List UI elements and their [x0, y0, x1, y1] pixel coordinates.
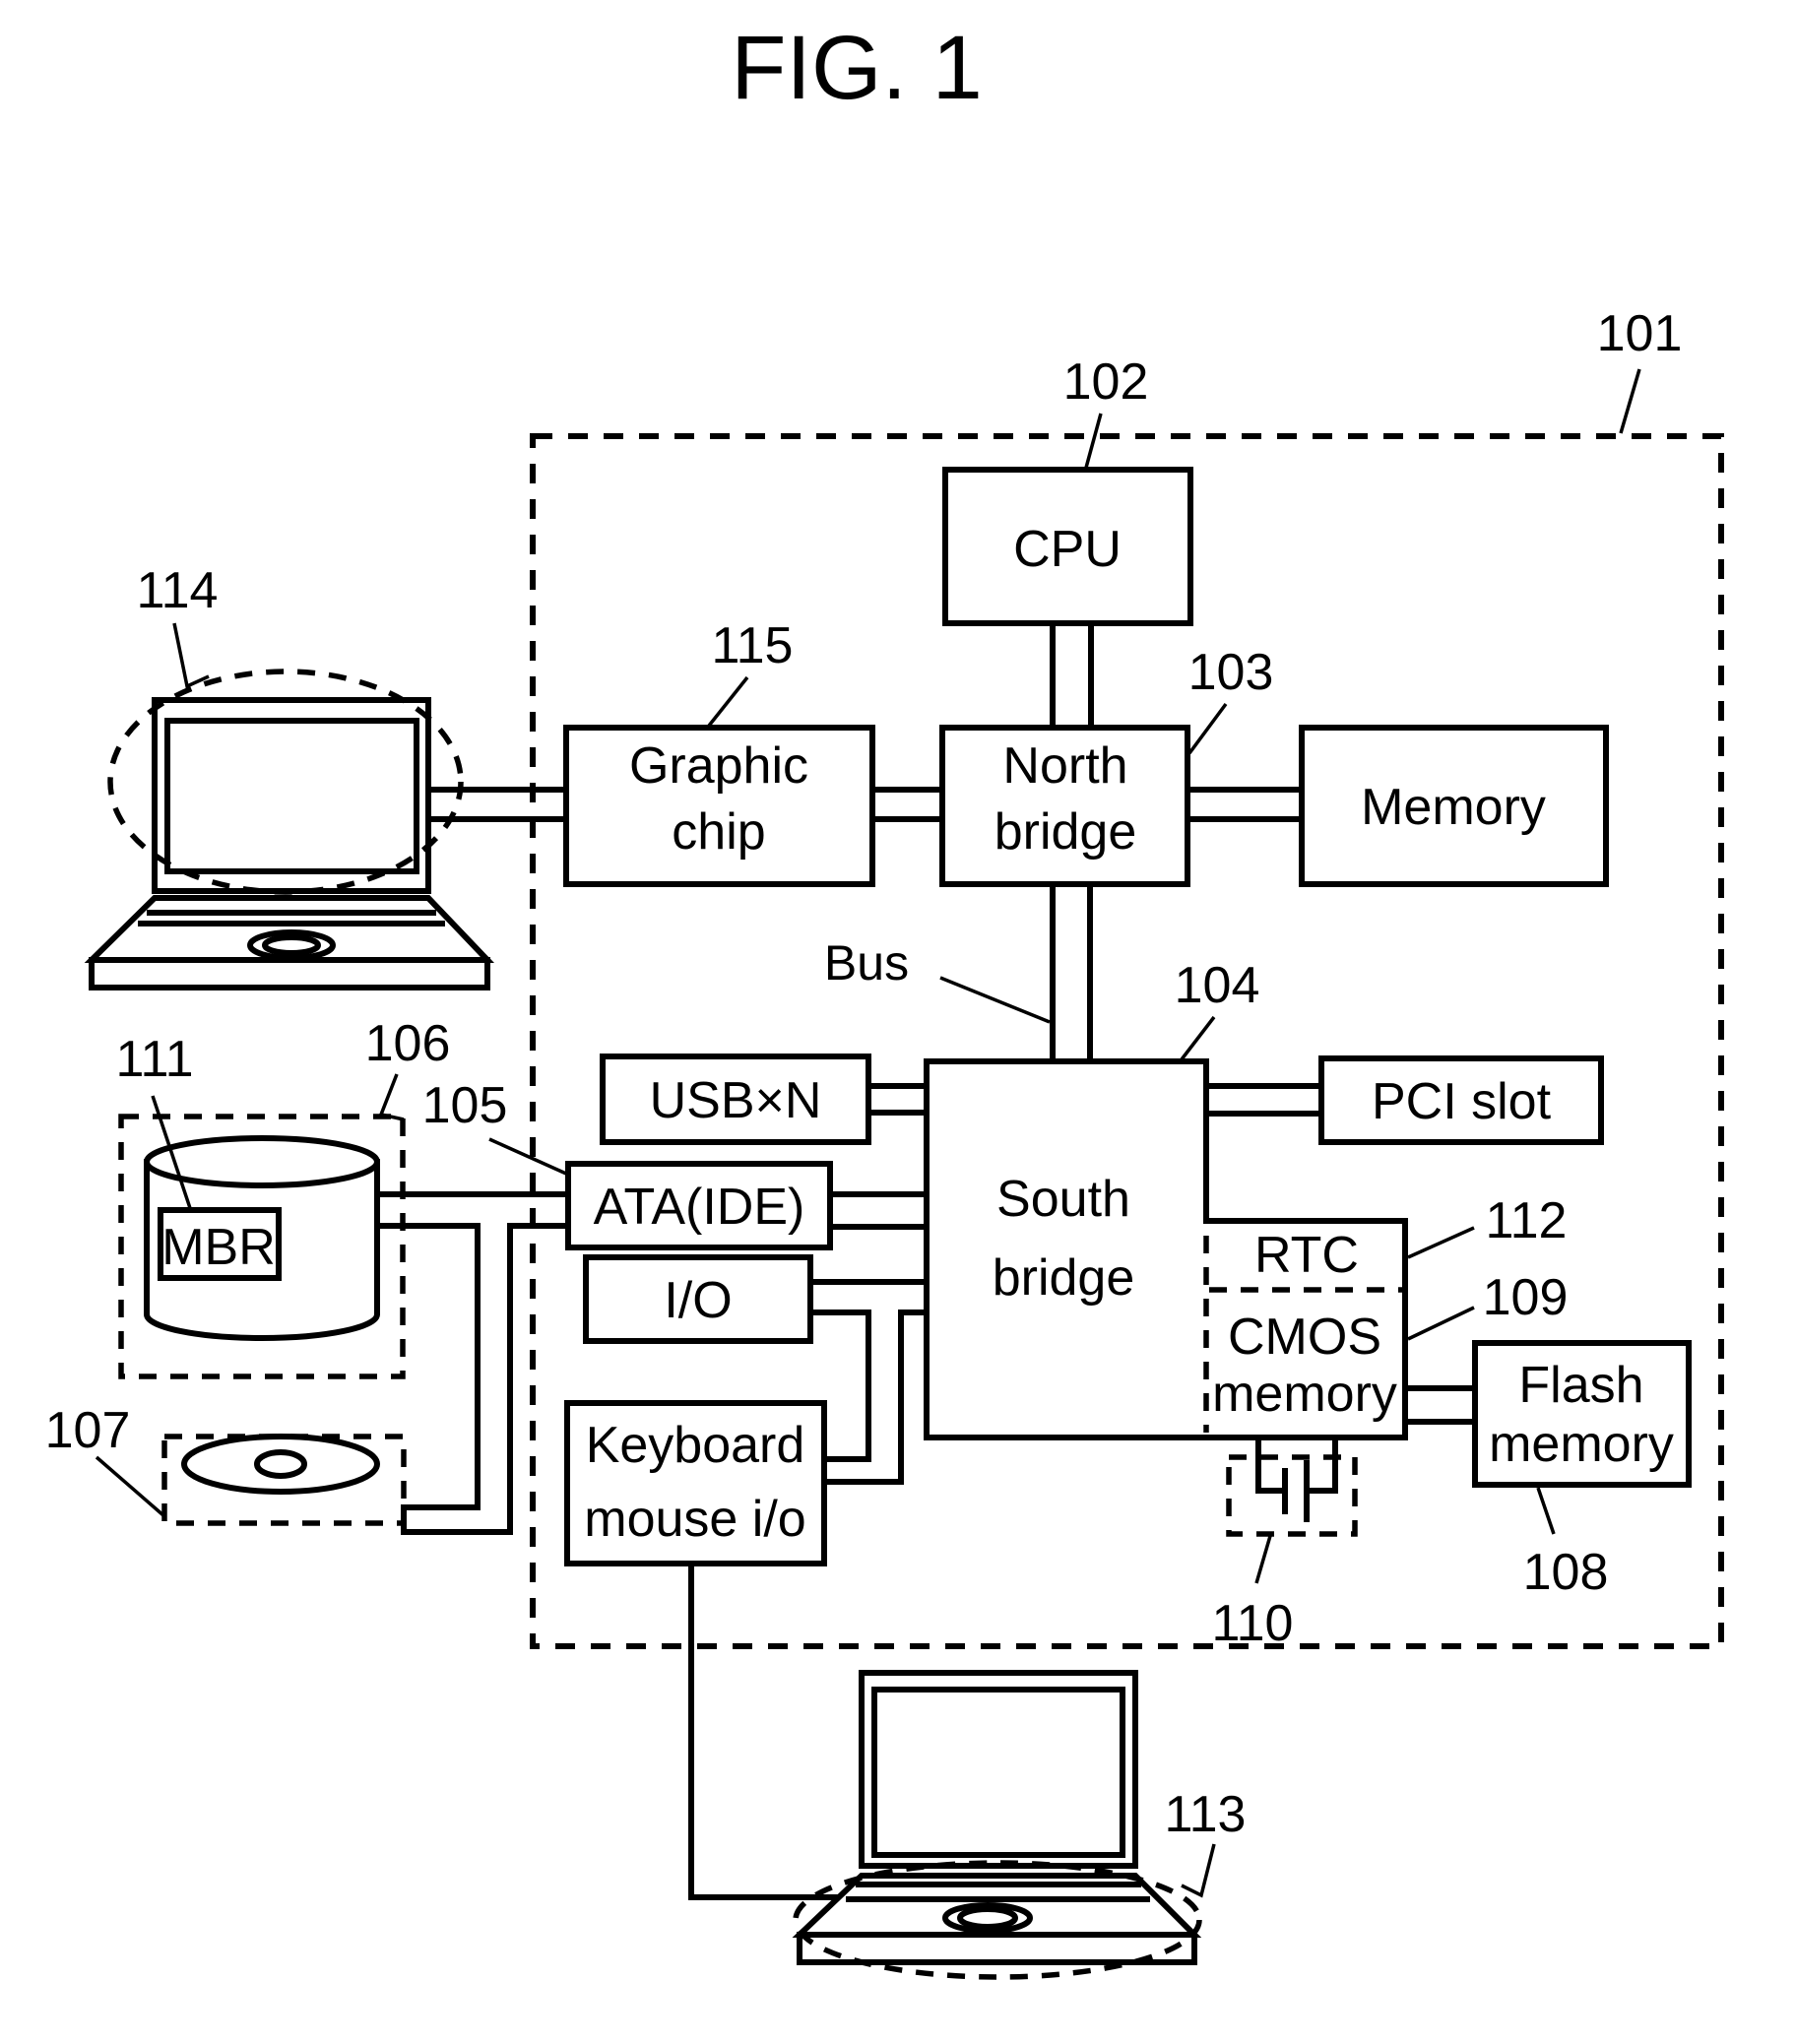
keyboard-label-2: mouse i/o [584, 1491, 805, 1548]
system-block-diagram: FIG. 1 101 CPU 102 North bridge 103 Grap… [45, 18, 1724, 1980]
ref-113: 113 [1165, 1786, 1247, 1843]
north-bridge-label-1: North [1002, 737, 1127, 795]
ref-104: 104 [1175, 957, 1260, 1014]
graphic-chip-label-1: Graphic [629, 737, 808, 795]
leader-107 [95, 1455, 166, 1518]
figure-title: FIG. 1 [731, 18, 983, 118]
ref-108: 108 [1523, 1544, 1609, 1601]
north-bridge-label-2: bridge [994, 803, 1137, 861]
leader-115 [707, 675, 749, 728]
ref-110: 110 [1212, 1595, 1294, 1652]
optical-disc-icon [181, 1434, 380, 1495]
leader-105 [488, 1137, 567, 1176]
ref-105: 105 [422, 1077, 508, 1134]
flash-label-2: memory [1489, 1416, 1674, 1473]
keyboard-label-1: Keyboard [586, 1417, 805, 1474]
ref-102: 102 [1063, 353, 1149, 411]
keyboard-terminal-link [688, 1564, 840, 1900]
south-bridge-label-1: South [996, 1171, 1130, 1228]
input-terminal-laptop-icon [792, 1670, 1202, 1965]
ref-114: 114 [137, 562, 219, 619]
ref-101: 101 [1597, 305, 1683, 362]
ref-103: 103 [1188, 644, 1274, 701]
graphic-chip-label-2: chip [672, 803, 765, 861]
leader-113 [1181, 1843, 1216, 1898]
ref-111: 111 [115, 1031, 193, 1088]
memory-label: Memory [1361, 779, 1546, 836]
ref-109: 109 [1483, 1269, 1569, 1326]
ref-106: 106 [365, 1015, 451, 1072]
leader-110 [1254, 1535, 1272, 1584]
leader-108 [1536, 1487, 1556, 1535]
leader-112 [1407, 1226, 1475, 1259]
battery-icon [1226, 1437, 1358, 1537]
io-label: I/O [664, 1272, 732, 1329]
usb-label: USB×N [650, 1072, 822, 1129]
leader-102 [1084, 413, 1103, 469]
cmos-label-1: CMOS [1228, 1309, 1381, 1366]
south-bridge-label-2: bridge [993, 1249, 1135, 1307]
leader-114 [172, 622, 210, 689]
flash-label-1: Flash [1518, 1357, 1643, 1414]
leader-104 [1180, 1015, 1216, 1061]
pci-label: PCI slot [1372, 1073, 1552, 1130]
mbr-label: MBR [161, 1219, 276, 1276]
leader-bus [939, 976, 1051, 1024]
ata-optical-link [377, 1223, 568, 1535]
leader-106 [378, 1073, 405, 1121]
bus-label: Bus [824, 935, 909, 990]
ref-112: 112 [1486, 1192, 1568, 1249]
leader-101 [1619, 368, 1641, 434]
cmos-label-2: memory [1212, 1366, 1397, 1423]
rtc-label: RTC [1254, 1227, 1359, 1284]
ref-115: 115 [712, 617, 794, 674]
leader-103 [1187, 702, 1228, 755]
cpu-label: CPU [1013, 521, 1122, 578]
ata-label: ATA(IDE) [594, 1179, 805, 1236]
leader-109 [1407, 1306, 1475, 1341]
ref-107: 107 [45, 1402, 131, 1459]
